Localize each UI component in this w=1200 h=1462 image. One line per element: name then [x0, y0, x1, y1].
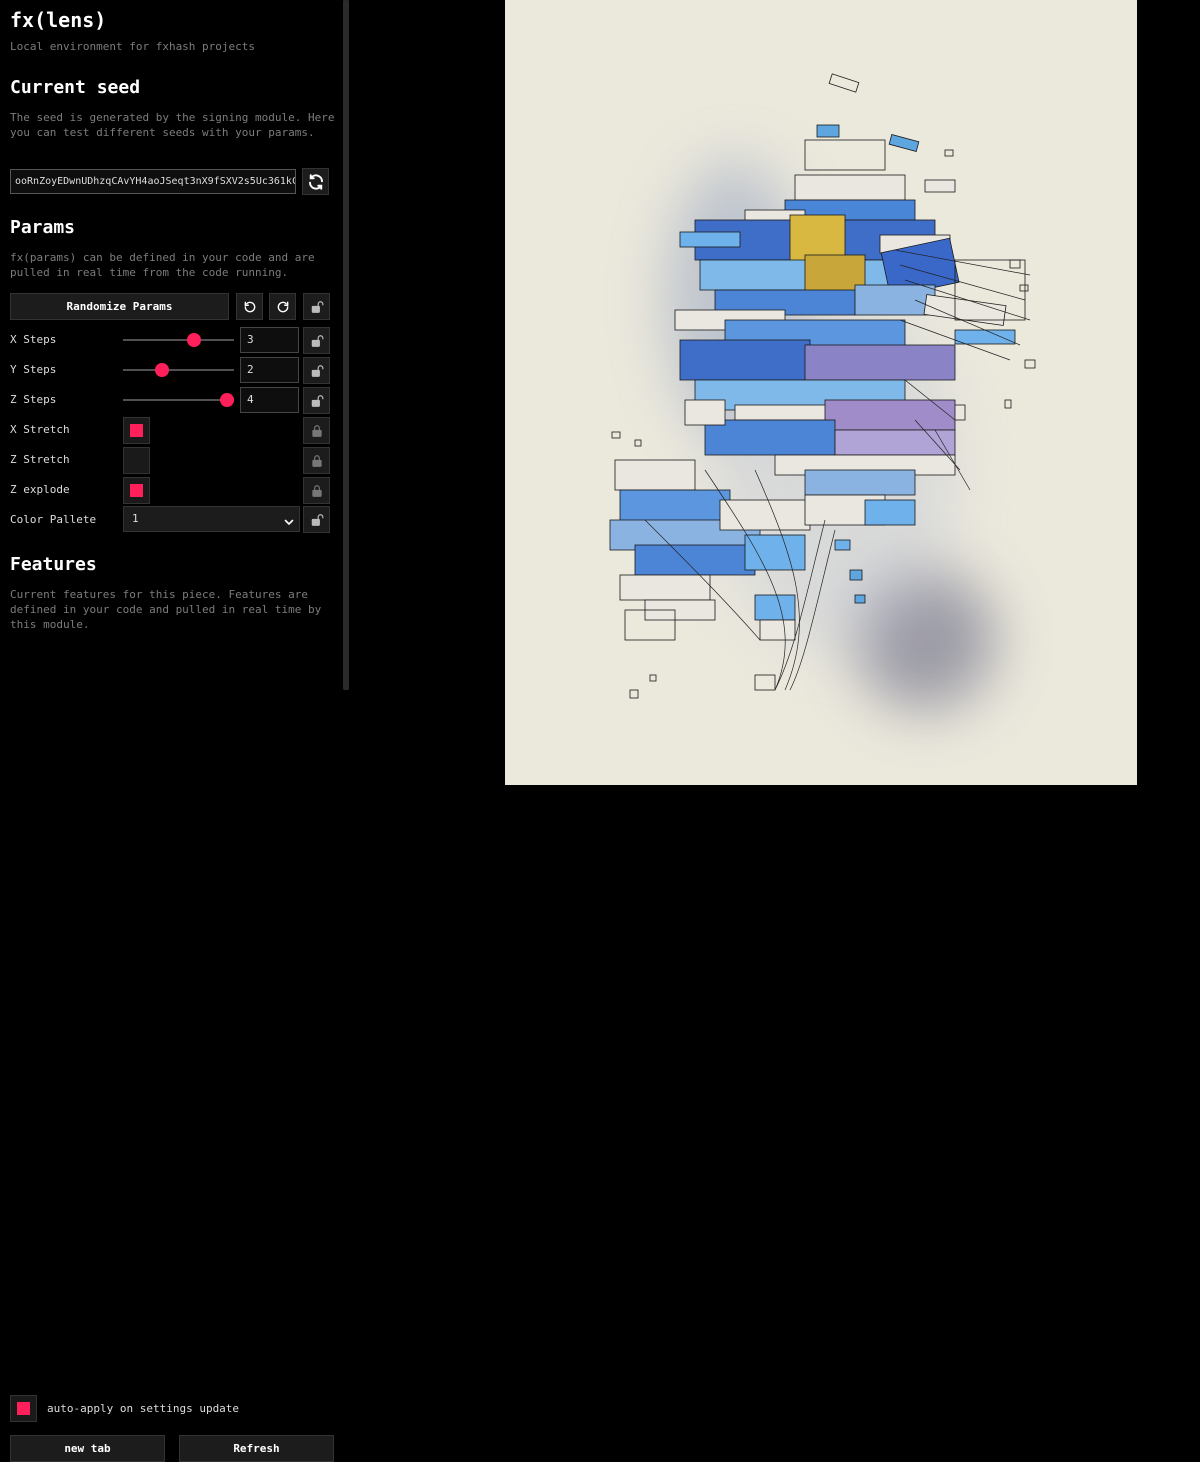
y-steps-slider-thumb[interactable]: [154, 363, 169, 377]
redo-params-button[interactable]: [269, 293, 296, 320]
x-steps-slider[interactable]: [123, 333, 234, 347]
param-label-color-pallete: Color Pallete: [10, 513, 97, 526]
x-stretch-lock-button[interactable]: [303, 417, 330, 444]
sidebar-scrollbar-thumb[interactable]: [343, 0, 349, 690]
param-label-x-steps: X Steps: [10, 333, 57, 346]
seed-description: The seed is generated by the signing mod…: [10, 111, 335, 139]
color-pallete-selected-value: 1: [132, 512, 139, 525]
z-stretch-checkbox[interactable]: [123, 447, 150, 474]
chevron-down-icon: [283, 513, 295, 537]
checkbox-checked-mark: [130, 484, 143, 497]
param-label-z-stretch: Z Stretch: [10, 453, 70, 466]
redo-icon: [276, 300, 290, 314]
color-pallete-lock-button[interactable]: [303, 506, 330, 533]
regenerate-seed-button[interactable]: [302, 168, 329, 195]
unlock-icon: [310, 300, 324, 314]
z-explode-checkbox[interactable]: [123, 477, 150, 504]
refresh-icon: [307, 173, 325, 191]
y-steps-input[interactable]: 2: [240, 357, 299, 383]
param-label-x-stretch: X Stretch: [10, 423, 70, 436]
x-stretch-checkbox[interactable]: [123, 417, 150, 444]
unlock-icon: [310, 364, 324, 378]
unlock-icon: [310, 394, 324, 408]
auto-apply-label: auto-apply on settings update: [47, 1402, 240, 1415]
artwork-canvas[interactable]: [505, 0, 1137, 785]
features-heading: Features: [10, 554, 97, 575]
z-stretch-lock-button[interactable]: [303, 447, 330, 474]
refresh-button[interactable]: Refresh: [179, 1435, 334, 1462]
undo-icon: [243, 300, 257, 314]
undo-params-button[interactable]: [236, 293, 263, 320]
new-tab-button[interactable]: new tab: [10, 1435, 165, 1462]
params-description: fx(params) can be defined in your code a…: [10, 251, 315, 279]
lock-icon: [310, 424, 324, 438]
auto-apply-checkbox[interactable]: [10, 1395, 37, 1422]
features-description: Current features for this piece. Feature…: [10, 588, 322, 631]
color-pallete-select[interactable]: 1: [123, 506, 300, 532]
checkbox-checked-mark: [130, 424, 143, 437]
unlock-icon: [310, 334, 324, 348]
z-steps-slider-thumb[interactable]: [220, 393, 235, 407]
z-steps-input[interactable]: 4: [240, 387, 299, 413]
param-label-z-explode: Z explode: [10, 483, 70, 496]
params-heading: Params: [10, 217, 76, 238]
randomize-params-button[interactable]: Randomize Params: [10, 293, 229, 320]
x-steps-slider-thumb[interactable]: [187, 333, 202, 347]
lock-all-button[interactable]: [303, 293, 330, 320]
seed-heading: Current seed: [10, 77, 141, 98]
y-steps-lock-button[interactable]: [303, 357, 330, 384]
x-steps-input[interactable]: 3: [240, 327, 299, 353]
sidebar: fx(lens) Local environment for fxhash pr…: [0, 0, 343, 690]
z-explode-lock-button[interactable]: [303, 477, 330, 504]
checkbox-checked-mark: [17, 1402, 30, 1415]
param-label-y-steps: Y Steps: [10, 363, 57, 376]
lock-icon: [310, 454, 324, 468]
unlock-icon: [310, 513, 324, 527]
app-subtitle: Local environment for fxhash projects: [10, 40, 256, 53]
z-steps-lock-button[interactable]: [303, 387, 330, 414]
sidebar-scrollbar[interactable]: [343, 0, 349, 690]
lock-icon: [310, 484, 324, 498]
z-steps-slider[interactable]: [123, 393, 235, 407]
sidebar-footer: auto-apply on settings update new tab Re…: [0, 690, 343, 1462]
generative-artwork: [609, 73, 1036, 710]
x-steps-lock-button[interactable]: [303, 327, 330, 354]
y-steps-slider[interactable]: [123, 363, 234, 377]
app-title: fx(lens): [10, 8, 107, 32]
param-label-z-steps: Z Steps: [10, 393, 57, 406]
seed-input[interactable]: ooRnZoyEDwnUDhzqCAvYH4aoJSeqt3nX9fSXV2s5…: [10, 169, 296, 194]
